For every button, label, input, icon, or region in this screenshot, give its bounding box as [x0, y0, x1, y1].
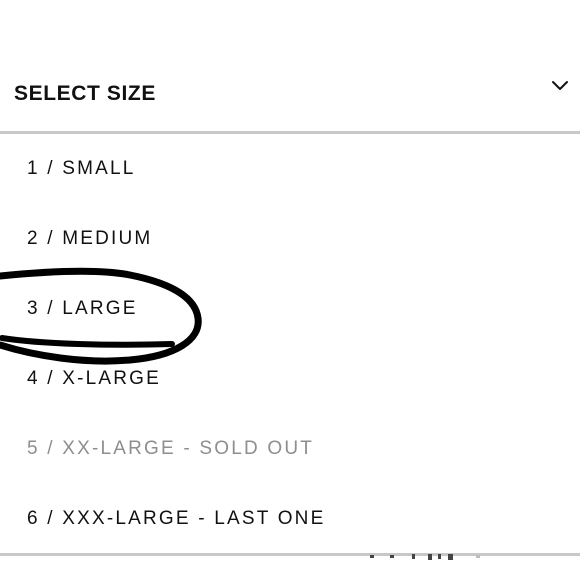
size-option-label: 4 / X-LARGE — [27, 368, 162, 389]
select-size-title: SELECT SIZE — [14, 82, 156, 105]
cut-off-text-fragment — [370, 554, 480, 560]
size-selector: SELECT SIZE 1 / SMALL 2 / MEDIUM 3 / LAR… — [0, 0, 580, 580]
size-option-label: 5 / XX-LARGE - SOLD OUT — [27, 438, 315, 459]
size-option-xxx-large[interactable]: 6 / XXX-LARGE - LAST ONE — [0, 484, 580, 554]
size-option-label: 6 / XXX-LARGE - LAST ONE — [27, 508, 326, 529]
size-option-label: 3 / LARGE — [27, 298, 138, 319]
size-option-medium[interactable]: 2 / MEDIUM — [0, 204, 580, 274]
chevron-down-icon[interactable] — [550, 76, 570, 96]
size-option-small[interactable]: 1 / SMALL — [0, 134, 580, 204]
size-select-toggle[interactable]: SELECT SIZE — [0, 60, 580, 130]
size-option-large[interactable]: 3 / LARGE — [0, 274, 580, 344]
size-option-label: 2 / MEDIUM — [27, 228, 153, 249]
size-option-x-large[interactable]: 4 / X-LARGE — [0, 344, 580, 414]
size-option-label: 1 / SMALL — [27, 158, 136, 179]
size-option-xx-large: 5 / XX-LARGE - SOLD OUT — [0, 414, 580, 484]
